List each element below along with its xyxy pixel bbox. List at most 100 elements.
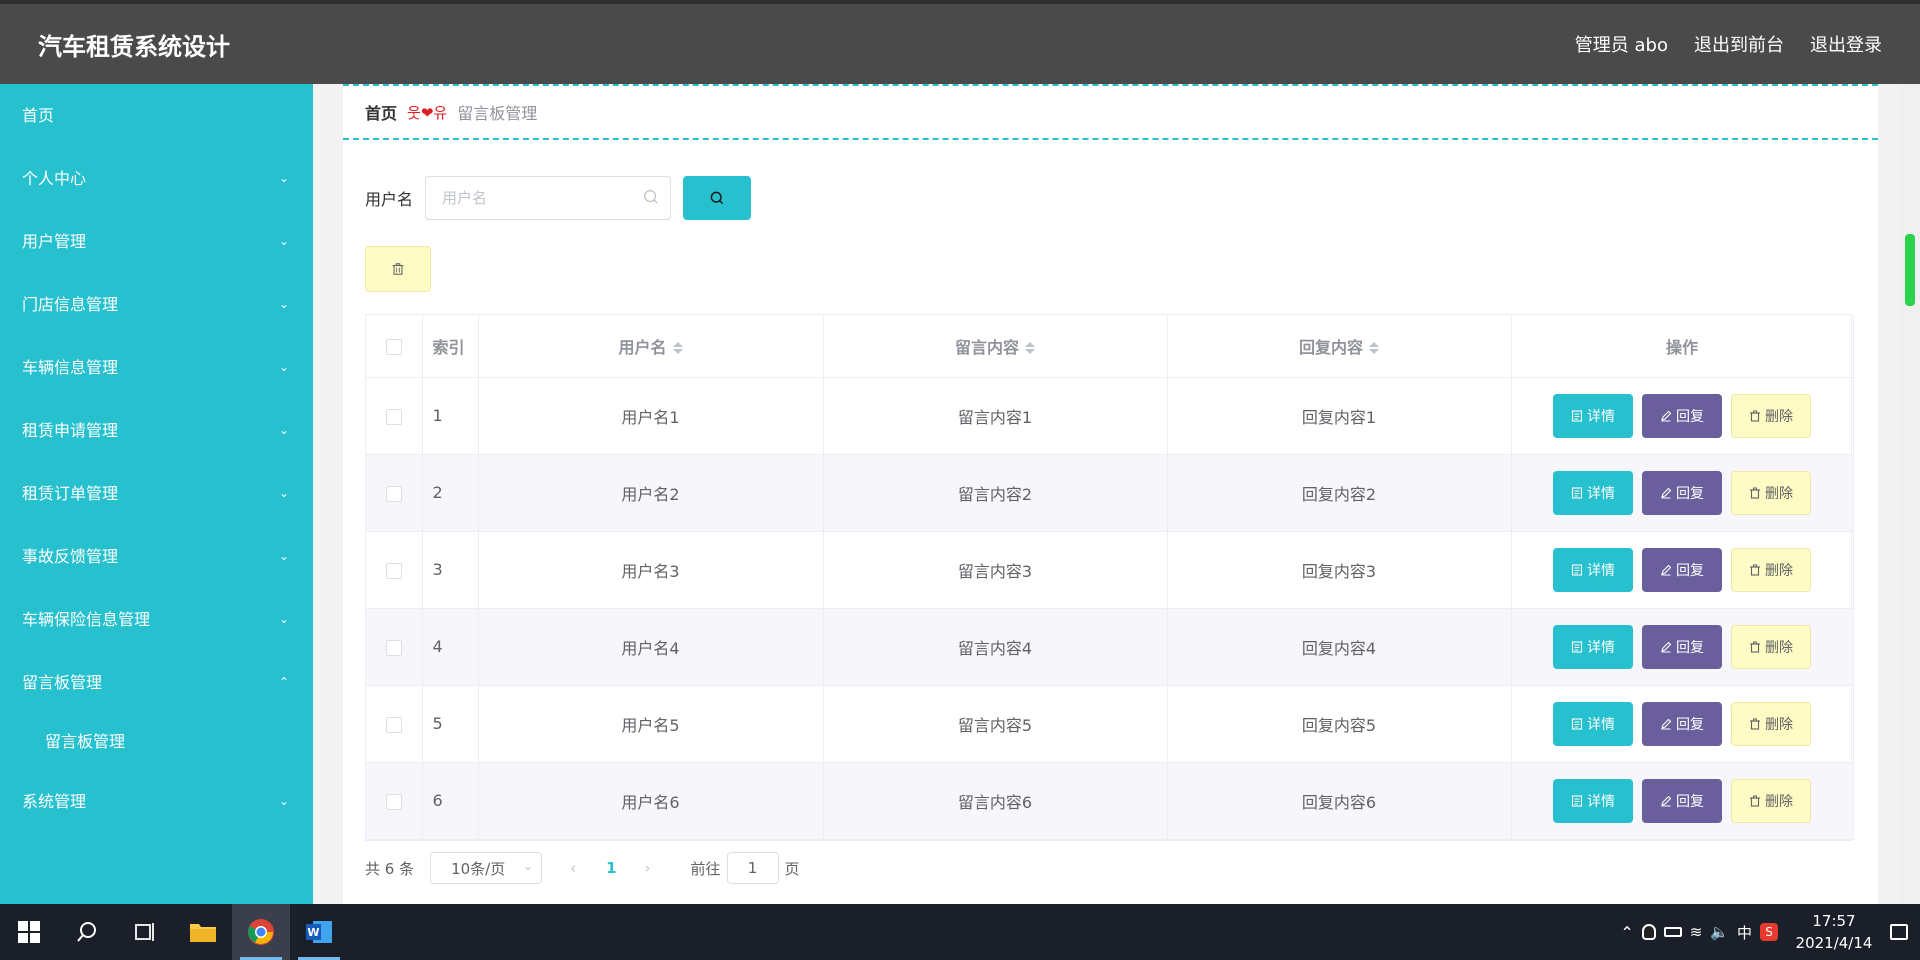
- delete-button[interactable]: 删除: [1731, 624, 1811, 669]
- taskbar-chrome[interactable]: [232, 904, 290, 960]
- sort-icon[interactable]: [672, 342, 683, 355]
- row-checkbox[interactable]: [385, 639, 402, 656]
- vertical-scrollbar[interactable]: [1900, 84, 1920, 904]
- sidebar-item-system-management[interactable]: 系统管理 ⌄: [0, 770, 313, 833]
- row-checkbox[interactable]: [385, 716, 402, 733]
- row-message: 留言内容6: [823, 762, 1168, 840]
- sidebar-item-personal-center[interactable]: 个人中心 ⌄: [0, 147, 313, 210]
- row-reply: 回复内容2: [1167, 454, 1512, 532]
- volume-icon[interactable]: 🔈: [1710, 923, 1729, 941]
- exit-to-front-link[interactable]: 退出到前台: [1694, 31, 1784, 57]
- reply-button[interactable]: 回复: [1642, 701, 1722, 746]
- sidebar-item-store-management[interactable]: 门店信息管理 ⌄: [0, 273, 313, 336]
- row-username: 用户名4: [478, 608, 824, 686]
- sidebar-item-user-management[interactable]: 用户管理 ⌄: [0, 210, 313, 273]
- row-checkbox[interactable]: [385, 793, 402, 810]
- prev-page-icon[interactable]: ‹: [570, 859, 576, 877]
- row-checkbox[interactable]: [385, 408, 402, 425]
- row-index: 3: [422, 531, 479, 609]
- sidebar-item-vehicle-insurance[interactable]: 车辆保险信息管理 ⌄: [0, 588, 313, 651]
- edit-icon: [1661, 487, 1672, 498]
- sidebar-item-label: 车辆保险信息管理: [22, 610, 151, 629]
- row-checkbox[interactable]: [385, 562, 402, 579]
- reply-button[interactable]: 回复: [1642, 470, 1722, 515]
- battery-icon[interactable]: [1663, 927, 1682, 937]
- main-area: 首页 웃❤유 留言板管理 用户名 用户名 索引 用户名 留言内容 回复内容 操作…: [313, 84, 1900, 904]
- task-view-button[interactable]: [116, 904, 174, 960]
- detail-button[interactable]: 详情: [1553, 470, 1633, 515]
- sogou-ime-icon[interactable]: S: [1760, 923, 1778, 941]
- row-actions: 详情 回复 删除: [1511, 377, 1854, 455]
- reply-button[interactable]: 回复: [1642, 624, 1722, 669]
- search-row: 用户名: [365, 176, 752, 220]
- wifi-icon[interactable]: ≋: [1690, 923, 1703, 941]
- admin-user-link[interactable]: 管理员 abo: [1575, 31, 1668, 57]
- taskbar-search-button[interactable]: [58, 904, 116, 960]
- system-clock[interactable]: 17:57 2021/4/14: [1786, 910, 1882, 954]
- detail-button[interactable]: 详情: [1553, 778, 1633, 823]
- start-button[interactable]: [0, 904, 58, 960]
- search-button[interactable]: [683, 176, 752, 220]
- message-table: 索引 用户名 留言内容 回复内容 操作 1 用户名1 留言内容1 回复内容1 详…: [365, 314, 1854, 841]
- delete-button[interactable]: 删除: [1731, 470, 1811, 515]
- row-username: 用户名3: [478, 531, 824, 609]
- ime-indicator[interactable]: 中: [1737, 922, 1752, 943]
- bulk-delete-button[interactable]: [365, 246, 431, 292]
- sidebar-item-rental-application[interactable]: 租赁申请管理 ⌄: [0, 399, 313, 462]
- column-header-label: 回复内容: [1298, 337, 1363, 357]
- delete-button[interactable]: 删除: [1731, 393, 1811, 438]
- folder-icon: [190, 924, 216, 942]
- page-number[interactable]: 1: [606, 859, 616, 877]
- delete-button[interactable]: 删除: [1731, 547, 1811, 592]
- sort-icon[interactable]: [1025, 342, 1035, 355]
- tray-chevron-up-icon[interactable]: ⌃: [1620, 923, 1633, 942]
- sidebar-item-message-board[interactable]: 留言板管理 ⌃: [0, 651, 313, 714]
- table-row: 2 用户名2 留言内容2 回复内容2 详情 回复 删除: [366, 454, 1854, 532]
- delete-button[interactable]: 删除: [1731, 778, 1811, 823]
- goto-page-input[interactable]: [726, 852, 779, 884]
- reply-button-label: 回复: [1676, 485, 1704, 502]
- sidebar-item-accident-feedback[interactable]: 事故反馈管理 ⌄: [0, 525, 313, 588]
- row-checkbox[interactable]: [385, 485, 402, 502]
- reply-button[interactable]: 回复: [1642, 778, 1722, 823]
- select-all-checkbox[interactable]: [385, 338, 402, 355]
- sidebar: 首页 个人中心 ⌄ 用户管理 ⌄ 门店信息管理 ⌄ 车辆信息管理 ⌄ 租赁申请管…: [0, 84, 313, 904]
- row-actions: 详情 回复 删除: [1511, 685, 1854, 763]
- next-page-icon[interactable]: ›: [645, 859, 651, 877]
- reply-button[interactable]: 回复: [1642, 393, 1722, 438]
- qq-tray-icon[interactable]: [1641, 924, 1656, 940]
- detail-button[interactable]: 详情: [1553, 393, 1633, 438]
- scrollbar-thumb[interactable]: [1905, 234, 1915, 306]
- column-header-reply[interactable]: 回复内容: [1167, 315, 1512, 378]
- document-icon: [1571, 486, 1583, 499]
- search-icon: [77, 922, 96, 942]
- detail-button[interactable]: 详情: [1553, 624, 1633, 669]
- sort-icon[interactable]: [1369, 342, 1379, 355]
- row-actions: 详情 回复 删除: [1511, 762, 1854, 840]
- clock-date: 2021/4/14: [1795, 934, 1873, 952]
- row-actions: 详情 回复 删除: [1511, 531, 1854, 609]
- column-header-username[interactable]: 用户名: [478, 315, 824, 378]
- row-reply: 回复内容1: [1167, 377, 1512, 455]
- row-select-cell: [366, 762, 423, 840]
- breadcrumb-home[interactable]: 首页: [365, 100, 397, 124]
- page-size-select[interactable]: 10条/页 ⌄: [430, 852, 543, 884]
- sidebar-item-vehicle-management[interactable]: 车辆信息管理 ⌄: [0, 336, 313, 399]
- logout-link[interactable]: 退出登录: [1810, 31, 1882, 57]
- reply-button[interactable]: 回复: [1642, 547, 1722, 592]
- column-header-message[interactable]: 留言内容: [823, 315, 1168, 378]
- row-select-cell: [366, 531, 423, 609]
- sidebar-subitem-message-board[interactable]: 留言板管理: [0, 714, 313, 770]
- sidebar-item-rental-order[interactable]: 租赁订单管理 ⌄: [0, 462, 313, 525]
- detail-button[interactable]: 详情: [1553, 547, 1633, 592]
- edit-icon: [1661, 795, 1672, 806]
- delete-button[interactable]: 删除: [1731, 701, 1811, 746]
- notification-icon[interactable]: [1890, 924, 1908, 940]
- taskbar-word[interactable]: W: [290, 904, 348, 960]
- detail-button[interactable]: 详情: [1553, 701, 1633, 746]
- username-search-input[interactable]: [426, 177, 671, 219]
- sidebar-item-home[interactable]: 首页: [0, 84, 313, 147]
- taskbar-file-explorer[interactable]: [174, 904, 232, 960]
- sidebar-item-label: 首页: [22, 106, 55, 125]
- reply-button-label: 回复: [1676, 639, 1704, 656]
